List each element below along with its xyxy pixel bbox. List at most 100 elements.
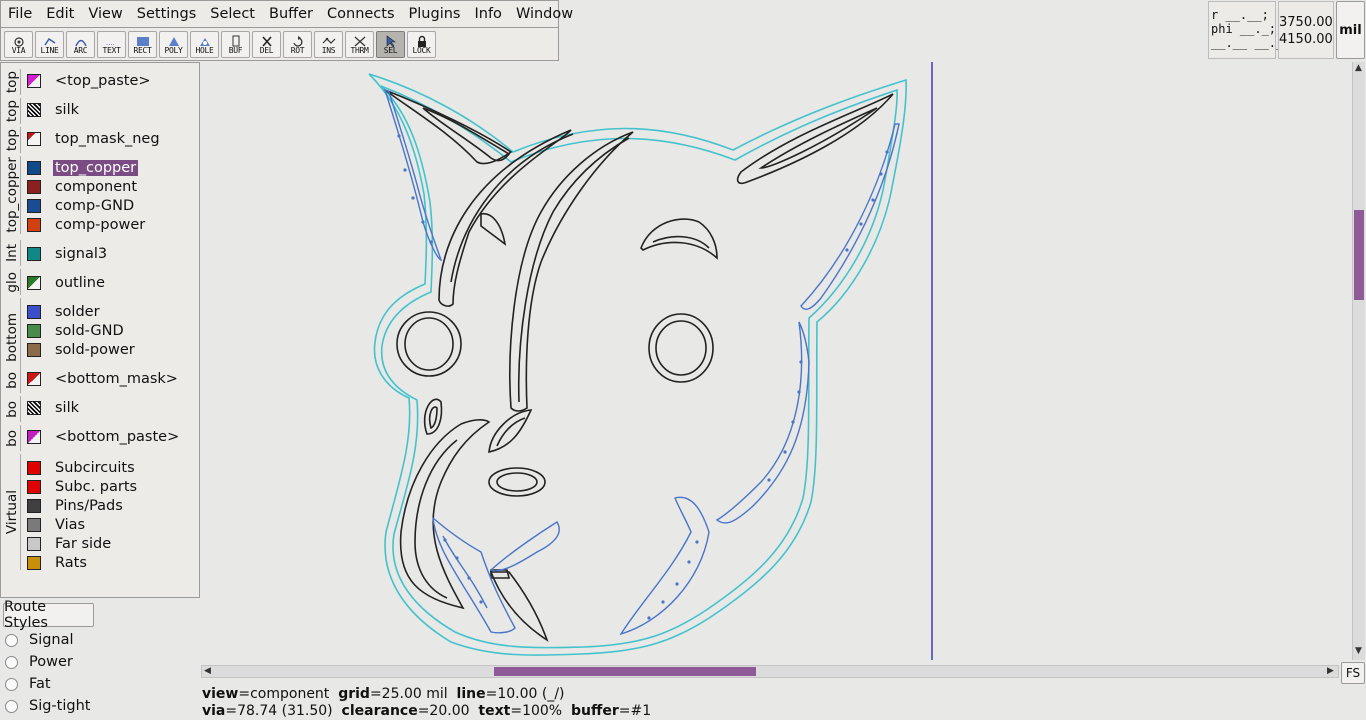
layer-row-sold-gnd[interactable]: sold-GND — [27, 321, 124, 340]
layer-row-signal3[interactable]: signal3 — [27, 244, 107, 263]
layer-color-swatch[interactable] — [27, 275, 41, 290]
tool-sel-button[interactable]: SEL — [376, 30, 405, 58]
layer-row-subcircuits[interactable]: Subcircuits — [27, 458, 135, 477]
layer-color-swatch[interactable] — [27, 217, 41, 232]
tool-ins-button[interactable]: INS — [314, 30, 343, 58]
layer-row-bottom-paste[interactable]: <bottom_paste> — [27, 427, 179, 446]
tool-del-button[interactable]: DEL — [252, 30, 281, 58]
layer-row-outline[interactable]: outline — [27, 273, 105, 292]
tool-thrm-button[interactable]: THRM — [345, 30, 374, 58]
tool-buf-button[interactable]: BUF — [221, 30, 250, 58]
layer-row-top-paste[interactable]: <top_paste> — [27, 71, 151, 90]
layer-group-tab-top[interactable]: top — [3, 98, 21, 124]
route-style-radio[interactable] — [5, 633, 18, 647]
layer-group-tab-bo[interactable]: bo — [3, 367, 21, 393]
menu-info[interactable]: Info — [467, 6, 508, 22]
layer-color-swatch[interactable] — [27, 460, 41, 475]
layer-color-swatch[interactable] — [27, 179, 41, 194]
layer-label: <bottom_paste> — [55, 428, 180, 445]
layer-row-component[interactable]: component — [27, 177, 137, 196]
menu-file[interactable]: File — [1, 6, 39, 22]
scroll-right-arrow[interactable]: ▶ — [1327, 666, 1334, 677]
layer-group-tab-virtual[interactable]: Virtual — [3, 454, 21, 570]
layer-group-tab-bo[interactable]: bo — [3, 396, 21, 422]
menu-window[interactable]: Window — [509, 6, 580, 22]
menu-settings[interactable]: Settings — [130, 6, 203, 22]
tool-hole-button[interactable]: HOLE — [190, 30, 219, 58]
tool-lock-button[interactable]: LOCK — [407, 30, 436, 58]
layer-row-subc-parts[interactable]: Subc. parts — [27, 477, 137, 496]
route-style-sig-tight[interactable]: Sig-tight — [5, 696, 90, 716]
layer-color-swatch[interactable] — [27, 342, 41, 357]
layer-color-swatch[interactable] — [27, 73, 41, 88]
scroll-left-arrow[interactable]: ◀ — [204, 666, 211, 677]
layer-group-tab-bo[interactable]: bo — [3, 425, 21, 451]
layer-color-swatch[interactable] — [27, 400, 41, 415]
unit-toggle-button[interactable]: mil — [1336, 1, 1365, 59]
layer-color-swatch[interactable] — [27, 555, 41, 570]
route-style-power[interactable]: Power — [5, 652, 73, 672]
layer-group-tab-int[interactable]: Int — [3, 240, 21, 266]
layer-row-comp-gnd[interactable]: comp-GND — [27, 196, 134, 215]
layer-color-swatch[interactable] — [27, 131, 41, 146]
horizontal-scroll-thumb[interactable] — [494, 667, 756, 676]
tool-rect-button[interactable]: RECT — [128, 30, 157, 58]
scroll-down-arrow[interactable]: ▼ — [1355, 646, 1362, 657]
menu-connects[interactable]: Connects — [320, 6, 402, 22]
menu-edit[interactable]: Edit — [39, 6, 81, 22]
route-style-radio[interactable] — [5, 699, 18, 713]
layer-color-swatch[interactable] — [27, 498, 41, 513]
route-style-radio[interactable] — [5, 677, 18, 691]
layer-color-swatch[interactable] — [27, 304, 41, 319]
tool-text-button[interactable]: .... TEXT — [97, 30, 126, 58]
menu-select[interactable]: Select — [203, 6, 262, 22]
layer-row-pins-pads[interactable]: Pins/Pads — [27, 496, 123, 515]
layer-row-silk[interactable]: silk — [27, 398, 79, 417]
layer-group-tab-top_copper[interactable]: top_copper — [3, 156, 21, 234]
vertical-scrollbar[interactable]: ▲ ▼ — [1352, 62, 1365, 660]
route-styles-button[interactable]: Route Styles — [3, 599, 94, 631]
layer-row-top-mask-neg[interactable]: top_mask_neg — [27, 129, 160, 148]
layer-group-tab-top[interactable]: top — [3, 127, 21, 153]
route-style-radio[interactable] — [5, 655, 18, 669]
layer-row-vias[interactable]: Vias — [27, 515, 85, 534]
layer-row-silk[interactable]: silk — [27, 100, 79, 119]
layer-row-far-side[interactable]: Far side — [27, 534, 111, 553]
layer-color-swatch[interactable] — [27, 536, 41, 551]
layer-group-tab-top[interactable]: top — [3, 69, 21, 95]
layer-row-rats[interactable]: Rats — [27, 553, 87, 572]
bottom-copper-layer — [383, 88, 900, 636]
layer-group-tab-bottom[interactable]: bottom — [3, 298, 21, 376]
menubar: File Edit View Settings Select Buffer Connects… — [0, 0, 573, 28]
tool-via-button[interactable]: VIA — [4, 30, 33, 58]
layer-color-swatch[interactable] — [27, 246, 41, 261]
scroll-up-arrow[interactable]: ▲ — [1355, 63, 1362, 74]
horizontal-scrollbar[interactable]: ◀ ▶ — [201, 665, 1339, 678]
layer-color-swatch[interactable] — [27, 102, 41, 117]
layer-color-swatch[interactable] — [27, 479, 41, 494]
layer-row-comp-power[interactable]: comp-power — [27, 215, 145, 234]
route-style-fat[interactable]: Fat — [5, 674, 51, 694]
route-style-signal[interactable]: Signal — [5, 630, 74, 650]
layer-color-swatch[interactable] — [27, 429, 41, 444]
layer-color-swatch[interactable] — [27, 517, 41, 532]
layer-color-swatch[interactable] — [27, 160, 41, 175]
layer-color-swatch[interactable] — [27, 198, 41, 213]
tool-line-button[interactable]: LINE — [35, 30, 64, 58]
menu-buffer[interactable]: Buffer — [262, 6, 320, 22]
vertical-scroll-thumb[interactable] — [1354, 210, 1364, 300]
pcb-canvas[interactable] — [201, 62, 1352, 660]
menu-view[interactable]: View — [81, 6, 129, 22]
layer-row-sold-power[interactable]: sold-power — [27, 340, 135, 359]
layer-group-tab-glo[interactable]: glo — [3, 269, 21, 295]
tool-arc-button[interactable]: ARC — [66, 30, 95, 58]
tool-rot-button[interactable]: ROT — [283, 30, 312, 58]
layer-row-top-copper[interactable]: top_copper — [27, 158, 139, 177]
layer-color-swatch[interactable] — [27, 323, 41, 338]
layer-row-solder[interactable]: solder — [27, 302, 100, 321]
layer-color-swatch[interactable] — [27, 371, 41, 386]
layer-row-bottom-mask[interactable]: <bottom_mask> — [27, 369, 178, 388]
tool-poly-button[interactable]: POLY — [159, 30, 188, 58]
menu-plugins[interactable]: Plugins — [402, 6, 468, 22]
fullscreen-button[interactable]: FS — [1341, 662, 1365, 684]
